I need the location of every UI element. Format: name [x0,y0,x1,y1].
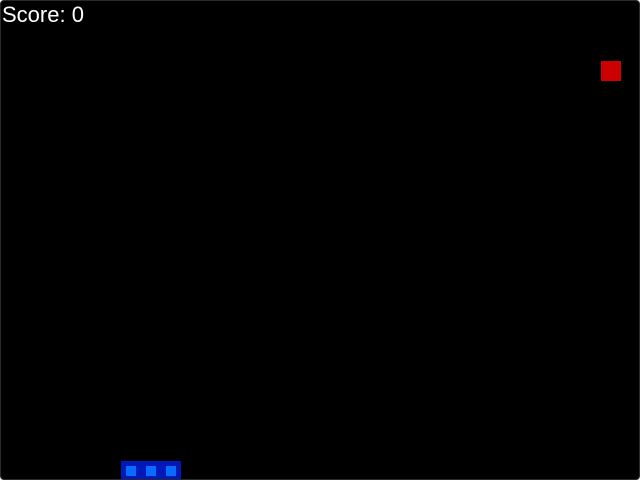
snake-segment-core [146,466,156,476]
snake-segment-core [126,466,136,476]
score-label: Score: [2,2,66,27]
snake-body-segment [121,461,141,479]
snake-head-segment [161,461,181,479]
game-board[interactable]: Score: 0 [0,0,640,480]
score-value: 0 [71,2,84,27]
food-item [601,61,621,81]
score-display: Score: 0 [2,1,84,29]
snake-segment-core [166,466,176,476]
snake-body-segment [141,461,161,479]
